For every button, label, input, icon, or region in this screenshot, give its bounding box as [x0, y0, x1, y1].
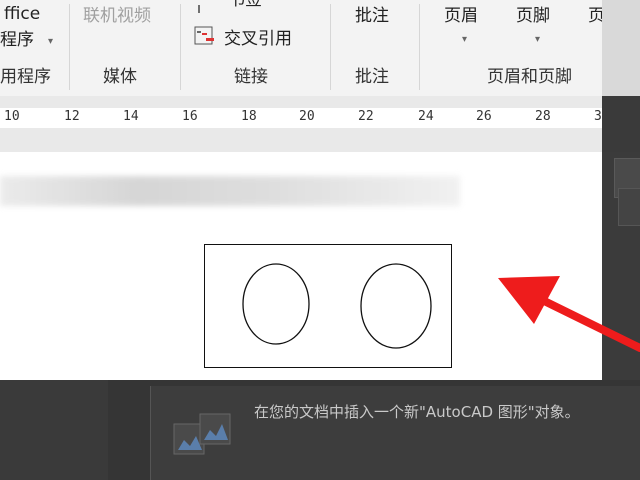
ruler-tick: 3	[594, 109, 602, 124]
group-divider	[180, 4, 181, 90]
office-addins-label-1: ffice	[4, 4, 41, 24]
group-label-media: 媒体	[103, 67, 137, 87]
cross-reference-icon	[194, 25, 218, 49]
group-divider	[69, 4, 70, 90]
ruler-tick: 16	[182, 109, 198, 124]
group-label-apps: 用程序	[0, 67, 51, 87]
ruler-tick: 24	[418, 109, 434, 124]
panel-item[interactable]	[618, 188, 640, 226]
ruler-tick: 22	[358, 109, 374, 124]
group-divider	[419, 4, 420, 90]
drawing-object-icon	[242, 263, 432, 349]
group-label-header-footer: 页眉和页脚	[487, 67, 572, 87]
header-label: 页眉	[444, 6, 478, 26]
footer-label: 页脚	[516, 6, 550, 26]
ruler-tick: 10	[4, 109, 20, 124]
group-label-links: 链接	[234, 67, 268, 87]
ribbon-overflow-area	[602, 0, 640, 96]
bookmark-label: 书签	[228, 0, 262, 10]
chevron-down-icon: ▾	[535, 34, 541, 45]
drawing-object-icon	[172, 410, 236, 460]
office-addins-label-2: 程序	[0, 30, 34, 50]
blurred-text-line	[0, 176, 460, 206]
chevron-down-icon: ▾	[48, 36, 54, 47]
ruler-tick: 20	[299, 109, 315, 124]
ruler-tick: 18	[241, 109, 257, 124]
ruler-top-strip	[0, 96, 602, 108]
group-divider	[330, 4, 331, 90]
ribbon: ffice 程序 ▾ 用程序 联机视频 媒体 书签 交叉引用 链接 批注 批注 …	[0, 0, 605, 97]
bookmark-icon	[197, 0, 207, 13]
ruler-lower-strip	[0, 128, 602, 152]
inserted-drawing-object[interactable]	[204, 244, 452, 368]
horizontal-ruler[interactable]: 10 12 14 16 18 20 22 24 26 28 3	[0, 108, 602, 128]
comment-button[interactable]: 批注	[355, 6, 389, 26]
online-video-button[interactable]: 联机视频	[83, 6, 151, 26]
object-description: 在您的文档中插入一个新"AutoCAD 图形"对象。	[254, 403, 580, 421]
ruler-tick: 26	[476, 109, 492, 124]
ruler-tick: 14	[123, 109, 139, 124]
red-arrow-annotation	[498, 276, 640, 352]
chevron-down-icon: ▾	[462, 34, 468, 45]
ruler-tick: 28	[535, 109, 551, 124]
group-label-comments: 批注	[355, 67, 389, 87]
cross-reference-label: 交叉引用	[224, 29, 292, 49]
ruler-tick: 12	[64, 109, 80, 124]
